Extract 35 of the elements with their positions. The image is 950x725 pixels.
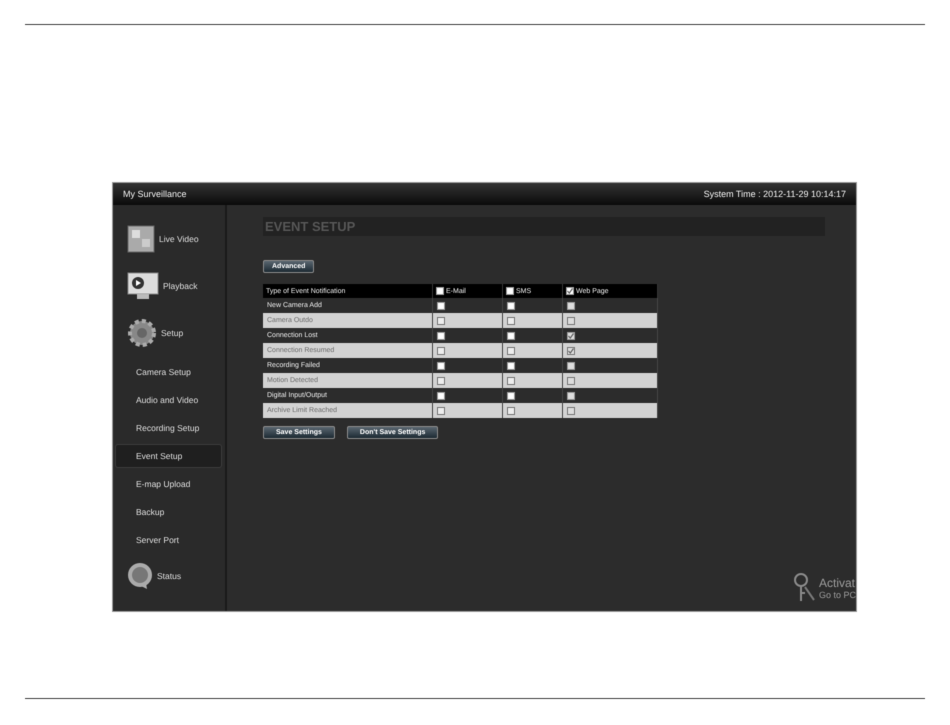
sidebar-item[interactable]: Recording Setup bbox=[115, 416, 222, 440]
sidebar-item[interactable]: Camera Setup bbox=[115, 360, 222, 384]
activation-subtitle: Go to PC bbox=[818, 590, 856, 600]
sidebar-section[interactable]: Setup bbox=[161, 328, 184, 338]
checkbox[interactable] bbox=[566, 287, 574, 295]
activation-title: Activat bbox=[818, 576, 856, 590]
gear-icon[interactable] bbox=[127, 318, 157, 348]
status-circle-icon[interactable] bbox=[127, 562, 153, 590]
sidebar-item[interactable]: Event Setup bbox=[115, 444, 222, 468]
sidebar-item[interactable]: E-map Upload bbox=[115, 472, 222, 496]
checkbox[interactable] bbox=[437, 362, 445, 370]
checkbox[interactable] bbox=[507, 302, 515, 310]
sidebar-item[interactable]: Server Port bbox=[115, 528, 222, 552]
video-thumbnail-icon[interactable] bbox=[127, 225, 155, 253]
monitor-play-icon[interactable] bbox=[127, 272, 159, 300]
sidebar-section[interactable]: Status bbox=[157, 571, 182, 581]
sidebar-item[interactable]: Backup bbox=[115, 500, 222, 524]
checkbox[interactable] bbox=[567, 362, 575, 370]
checkbox[interactable] bbox=[436, 287, 444, 295]
checkbox[interactable] bbox=[507, 362, 515, 370]
checkbox[interactable] bbox=[567, 392, 575, 400]
checkbox[interactable] bbox=[507, 392, 515, 400]
checkbox[interactable] bbox=[567, 332, 575, 340]
system-time: System Time : 2012-11-29 10:14:17 bbox=[704, 189, 846, 199]
checkbox[interactable] bbox=[437, 392, 445, 400]
sidebar-item[interactable]: Audio and Video bbox=[115, 388, 222, 412]
window-title: My Surveillance bbox=[123, 189, 187, 199]
checkbox[interactable] bbox=[437, 332, 445, 340]
sidebar-section[interactable]: Playback bbox=[163, 281, 198, 291]
key-icon bbox=[792, 573, 815, 603]
checkbox[interactable] bbox=[506, 287, 514, 295]
checkbox[interactable] bbox=[567, 302, 575, 310]
checkbox[interactable] bbox=[507, 332, 515, 340]
sidebar-section[interactable]: Live Video bbox=[159, 234, 199, 244]
checkbox[interactable] bbox=[437, 302, 445, 310]
